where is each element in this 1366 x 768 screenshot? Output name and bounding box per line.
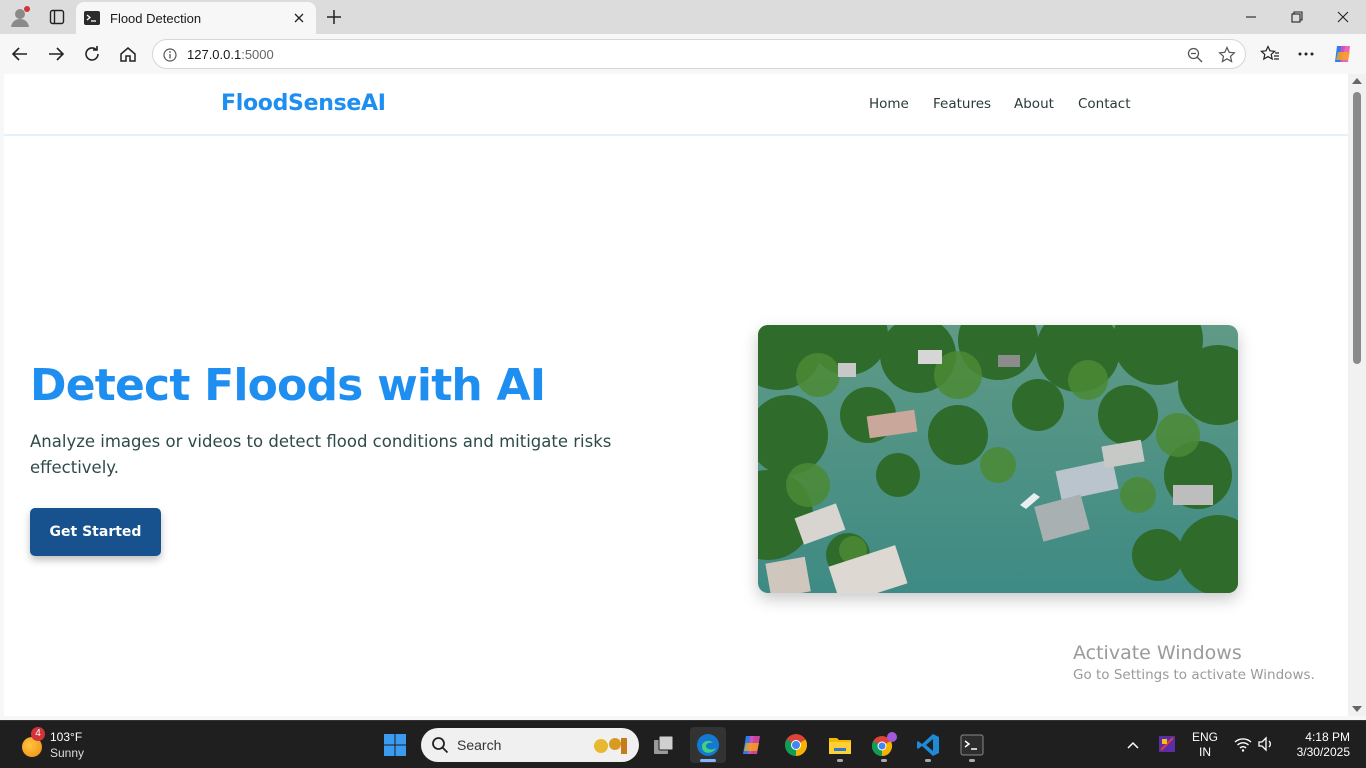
security-icon[interactable]	[1158, 735, 1176, 758]
weather-widget[interactable]: 4 103°F Sunny	[18, 727, 108, 763]
site-logo[interactable]: FloodSenseAI	[221, 91, 386, 116]
search-highlight-art-icon	[591, 734, 631, 756]
nav-home[interactable]: Home	[869, 96, 909, 112]
terminal-favicon-icon	[84, 11, 100, 25]
vscode-icon[interactable]	[910, 727, 946, 763]
restore-icon[interactable]	[1274, 0, 1320, 34]
weather-badge: 4	[31, 727, 45, 741]
chevron-up-icon[interactable]	[1126, 737, 1140, 755]
flood-aerial-image	[758, 325, 1238, 593]
system-clock[interactable]: 4:18 PM 3/30/2025	[1290, 730, 1350, 760]
weather-temp: 103°F	[50, 730, 83, 744]
forward-icon[interactable]	[42, 40, 70, 68]
more-icon[interactable]	[1292, 40, 1320, 68]
site-header: FloodSenseAI Home Features About Contact	[4, 74, 1348, 136]
running-indicator	[969, 759, 975, 762]
edge-icon[interactable]	[690, 727, 726, 763]
task-view-icon[interactable]	[646, 727, 682, 763]
scroll-thumb[interactable]	[1353, 92, 1361, 364]
search-label: Search	[457, 737, 502, 753]
copilot-icon[interactable]	[1329, 40, 1357, 68]
hero-subtitle: Analyze images or videos to detect flood…	[30, 432, 612, 477]
nav-features[interactable]: Features	[933, 96, 991, 112]
close-icon[interactable]	[288, 7, 310, 29]
favorite-star-icon[interactable]	[1217, 45, 1237, 65]
profile-icon[interactable]	[6, 4, 34, 30]
language-indicator[interactable]: ENG IN	[1192, 730, 1218, 760]
window-close-icon[interactable]	[1320, 0, 1366, 34]
windows-start-icon[interactable]	[377, 727, 413, 763]
browser-tab[interactable]: Flood Detection	[76, 2, 316, 34]
favorites-icon[interactable]	[1256, 40, 1284, 68]
info-icon[interactable]	[161, 46, 179, 64]
tab-title: Flood Detection	[110, 10, 202, 26]
windows-taskbar: 4 103°F Sunny Search ENG IN 4:18 PM 3/30…	[0, 720, 1366, 768]
get-started-button[interactable]: Get Started	[30, 508, 161, 556]
address-toolbar: 127.0.0.1:5000	[0, 34, 1366, 74]
volume-icon[interactable]	[1257, 736, 1275, 757]
vertical-scrollbar[interactable]	[1348, 74, 1366, 716]
weather-condition: Sunny	[50, 746, 85, 760]
scroll-up-arrow[interactable]	[1352, 78, 1362, 84]
nav-about[interactable]: About	[1014, 96, 1054, 112]
running-indicator	[700, 759, 716, 762]
hero-title: Detect Floods with AI	[30, 360, 546, 411]
search-icon	[431, 736, 449, 754]
tab-actions-icon[interactable]	[44, 4, 70, 30]
home-icon[interactable]	[114, 40, 142, 68]
nav-contact[interactable]: Contact	[1078, 96, 1131, 112]
new-tab-icon[interactable]	[320, 4, 348, 30]
wifi-icon[interactable]	[1234, 736, 1252, 757]
activate-windows-watermark: Activate Windows Go to Settings to activ…	[1073, 642, 1315, 683]
refresh-icon[interactable]	[78, 40, 106, 68]
back-icon[interactable]	[6, 40, 34, 68]
minimize-icon[interactable]	[1228, 0, 1274, 34]
page-viewport: FloodSenseAI Home Features About Contact…	[4, 74, 1348, 716]
chrome-profile-icon[interactable]	[866, 727, 902, 763]
running-indicator	[837, 759, 843, 762]
copilot-app-icon[interactable]	[734, 727, 770, 763]
file-explorer-icon[interactable]	[822, 727, 858, 763]
terminal-icon[interactable]	[954, 727, 990, 763]
address-bar[interactable]: 127.0.0.1:5000	[152, 39, 1246, 69]
running-indicator	[881, 759, 887, 762]
chrome-icon[interactable]	[778, 727, 814, 763]
taskbar-search-box[interactable]: Search	[421, 728, 639, 762]
tab-strip: Flood Detection	[0, 0, 1366, 34]
url-text: 127.0.0.1:5000	[187, 47, 274, 62]
running-indicator	[925, 759, 931, 762]
zoom-icon[interactable]	[1185, 45, 1205, 65]
scroll-down-arrow[interactable]	[1352, 706, 1362, 712]
